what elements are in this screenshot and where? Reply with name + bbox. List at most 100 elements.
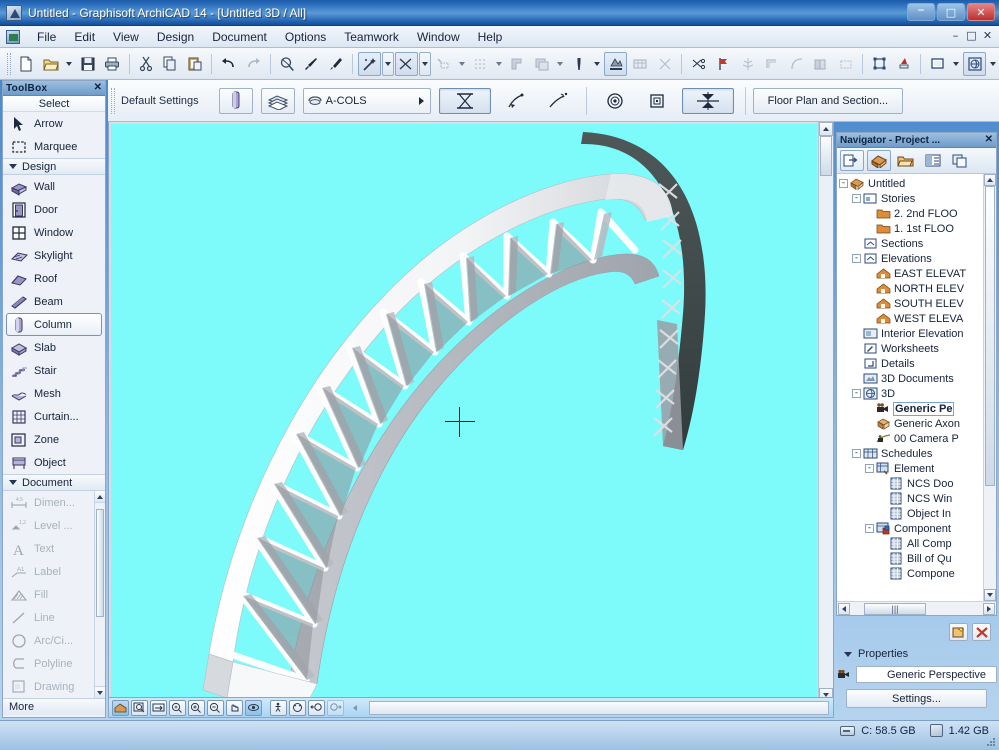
menu-view[interactable]: View bbox=[104, 28, 148, 46]
column-tool-icon[interactable] bbox=[218, 87, 253, 114]
prev-zoom-button[interactable] bbox=[308, 699, 325, 716]
tool-curtain-wall[interactable]: Curtain... bbox=[3, 405, 105, 428]
mdi-restore-button[interactable]: □ bbox=[964, 29, 979, 43]
navigator-scroll-left-arrow[interactable] bbox=[838, 602, 850, 615]
layout-book-icon[interactable] bbox=[921, 150, 945, 171]
magic-wand-dropdown-arrow[interactable] bbox=[381, 51, 395, 76]
offset-icon[interactable] bbox=[761, 52, 784, 76]
multiply-icon[interactable] bbox=[810, 52, 833, 76]
navigator-tree-item[interactable]: NCS Win bbox=[837, 491, 983, 506]
tool-object[interactable]: Object bbox=[3, 451, 105, 474]
toolbox-scroll-up-arrow[interactable] bbox=[95, 491, 105, 503]
zoom-out-button[interactable] bbox=[207, 699, 224, 716]
tool-line[interactable]: Line bbox=[3, 606, 105, 629]
pen-dropdown-arrow[interactable] bbox=[591, 52, 603, 76]
toolbox-scroll-down-arrow[interactable] bbox=[95, 686, 105, 698]
model-canvas-3d[interactable] bbox=[111, 124, 817, 698]
tool-wall[interactable]: Wall bbox=[3, 175, 105, 198]
toolbar-grip[interactable] bbox=[7, 52, 11, 75]
new-icon[interactable] bbox=[15, 52, 38, 76]
layer-combo[interactable]: A-COLS bbox=[302, 87, 431, 114]
menu-options[interactable]: Options bbox=[276, 28, 335, 46]
copy-icon[interactable] bbox=[159, 52, 182, 76]
tool-window[interactable]: Window bbox=[3, 221, 105, 244]
menu-edit[interactable]: Edit bbox=[65, 28, 104, 46]
toolbox-select-label[interactable]: Select bbox=[3, 96, 105, 112]
find-icon[interactable] bbox=[275, 52, 298, 76]
next-zoom-button[interactable] bbox=[327, 699, 344, 716]
navigator-scroll-thumb[interactable] bbox=[985, 186, 995, 486]
view-control-collapse-button[interactable] bbox=[346, 700, 363, 716]
navigator-tree-item[interactable]: Sections bbox=[837, 236, 983, 251]
column-snap-icon[interactable] bbox=[541, 88, 575, 114]
navigator-tree-item[interactable]: Object In bbox=[837, 506, 983, 521]
publisher-sets-icon[interactable] bbox=[948, 150, 972, 171]
fit-in-window-button[interactable] bbox=[150, 699, 167, 716]
tree-expander-icon[interactable]: - bbox=[852, 389, 861, 398]
tool-roof[interactable]: Roof bbox=[3, 267, 105, 290]
navigator-horizontal-scrollbar[interactable]: ||| bbox=[837, 601, 996, 615]
tool-level-dimension[interactable]: 1,2 Level ... bbox=[3, 514, 105, 537]
arc-icon[interactable] bbox=[785, 52, 808, 76]
scissors-icon[interactable] bbox=[687, 52, 710, 76]
tool-skylight[interactable]: Skylight bbox=[3, 244, 105, 267]
zoom-step-button[interactable] bbox=[169, 699, 186, 716]
layer-combo-arrow[interactable] bbox=[418, 96, 424, 105]
tool-polyline[interactable]: Polyline bbox=[3, 652, 105, 675]
navigator-popup-icon[interactable] bbox=[840, 150, 864, 171]
intersect-icon[interactable] bbox=[395, 51, 418, 76]
home-view-button[interactable] bbox=[112, 699, 129, 716]
tree-expander-icon[interactable]: - bbox=[852, 194, 861, 203]
menu-document[interactable]: Document bbox=[203, 28, 276, 46]
menu-teamwork[interactable]: Teamwork bbox=[335, 28, 408, 46]
box-icon[interactable] bbox=[835, 52, 858, 76]
navigator-scroll-right-arrow[interactable] bbox=[983, 602, 995, 615]
resize-grip[interactable] bbox=[985, 736, 997, 748]
flag-icon[interactable] bbox=[712, 52, 735, 76]
layers-icon[interactable] bbox=[530, 52, 553, 76]
new-view-button[interactable] bbox=[949, 623, 968, 641]
navigator-tree-item[interactable]: NCS Doo bbox=[837, 476, 983, 491]
window-dropdown-arrow[interactable] bbox=[950, 52, 962, 76]
navigator-tree[interactable]: - Untitled - Stories 2. 2nd FLOO 1. 1st FLOO S… bbox=[837, 174, 996, 601]
settings-button[interactable]: Settings... bbox=[846, 689, 987, 708]
toolbox-close-icon[interactable]: ✕ bbox=[94, 83, 102, 93]
navigator-tree-item[interactable]: SOUTH ELEV bbox=[837, 296, 983, 311]
pen-grid-dropdown-arrow[interactable] bbox=[456, 52, 468, 76]
navigator-tree-item[interactable]: - Stories bbox=[837, 191, 983, 206]
navigator-tree-item[interactable]: All Comp bbox=[837, 536, 983, 551]
navigator-tree-item[interactable]: Worksheets bbox=[837, 341, 983, 356]
navigator-horizontal-scroll-thumb[interactable]: ||| bbox=[864, 602, 926, 615]
center-point-icon[interactable] bbox=[640, 88, 674, 114]
undo-icon[interactable] bbox=[217, 52, 240, 76]
open-dropdown-arrow[interactable] bbox=[63, 52, 75, 76]
properties-value-field[interactable]: Generic Perspective bbox=[856, 666, 997, 683]
navigator-tree-item[interactable]: - 3D bbox=[837, 386, 983, 401]
project-map-icon[interactable] bbox=[867, 150, 891, 171]
navigator-tree-item[interactable]: - Element bbox=[837, 461, 983, 476]
navigator-tree-item[interactable]: Interior Elevation bbox=[837, 326, 983, 341]
explore-button[interactable] bbox=[270, 699, 287, 716]
view-map-icon[interactable] bbox=[894, 150, 918, 171]
tool-arc-circle[interactable]: Arc/Ci... bbox=[3, 629, 105, 652]
intersect-dropdown-arrow[interactable] bbox=[418, 51, 432, 76]
orbit-button[interactable] bbox=[245, 699, 262, 716]
toolbox-scroll-thumb[interactable] bbox=[96, 509, 104, 617]
menu-help[interactable]: Help bbox=[469, 28, 512, 46]
navigator-tree-item[interactable]: Bill of Qu bbox=[837, 551, 983, 566]
syringe-icon[interactable] bbox=[325, 52, 348, 76]
tool-drawing[interactable]: Drawing bbox=[3, 675, 105, 698]
navigator-tree-item[interactable]: Generic Pe bbox=[837, 401, 983, 416]
navigator-tree-item[interactable]: 00 Camera P bbox=[837, 431, 983, 446]
hourglass-profile-icon[interactable] bbox=[438, 87, 491, 114]
column-3d-icon[interactable] bbox=[499, 88, 533, 114]
globe-dropdown-arrow[interactable] bbox=[987, 52, 999, 76]
explode-icon[interactable] bbox=[736, 52, 759, 76]
origin-point-icon[interactable] bbox=[598, 88, 632, 114]
view-vertical-scroll-thumb[interactable] bbox=[820, 136, 832, 176]
tool-marquee[interactable]: Marquee bbox=[3, 135, 105, 158]
layer-stack-icon[interactable] bbox=[260, 87, 295, 114]
toolbox-group-design[interactable]: Design bbox=[3, 158, 105, 175]
navigator-tree-item[interactable]: Generic Axon bbox=[837, 416, 983, 431]
delete-view-button[interactable] bbox=[972, 623, 991, 641]
